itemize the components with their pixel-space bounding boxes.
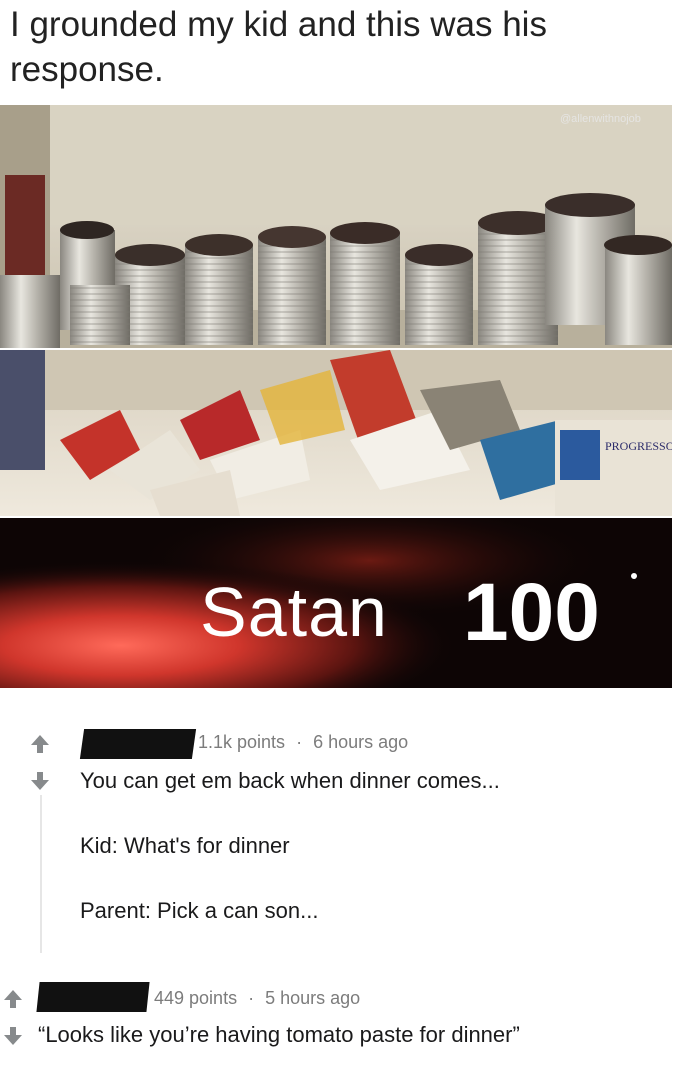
comment-meta: 1.1k points · 6 hours ago — [198, 732, 408, 753]
watermark: @allenwithnojob — [560, 113, 641, 125]
comment-points: 1.1k points — [198, 732, 286, 752]
comment-points: 449 points — [154, 988, 238, 1008]
comment-meta: 449 points · 5 hours ago — [154, 988, 360, 1009]
arrow-down-icon[interactable] — [29, 770, 51, 796]
comment-time: 5 hours ago — [265, 988, 361, 1008]
meme-panel-labels: PROGRESSO — [0, 350, 672, 516]
thread-line[interactable] — [40, 795, 42, 953]
meme-panel-cans — [0, 105, 672, 348]
comment-line: You can get em back when dinner comes... — [80, 768, 500, 793]
post-title: I grounded my kid and this was his respo… — [10, 5, 547, 89]
meta-separator: · — [296, 732, 303, 752]
arrow-down-icon[interactable] — [2, 1025, 24, 1051]
comment-line: Parent: Pick a can son... — [80, 898, 319, 923]
arrow-up-icon[interactable] — [29, 733, 51, 759]
arrow-up-icon[interactable] — [2, 988, 24, 1014]
comment-line: Kid: What's for dinner — [80, 833, 290, 858]
meta-separator: · — [248, 988, 255, 1008]
redacted-username — [79, 729, 197, 759]
svg-text:PROGRESSO: PROGRESSO — [605, 439, 672, 453]
meme-caption: Satan — [200, 573, 388, 651]
meme-score: 100 — [463, 567, 600, 658]
comment-line: “Looks like you’re having tomato paste f… — [38, 1022, 520, 1047]
comment-time: 6 hours ago — [313, 732, 409, 752]
redacted-username — [36, 982, 150, 1012]
